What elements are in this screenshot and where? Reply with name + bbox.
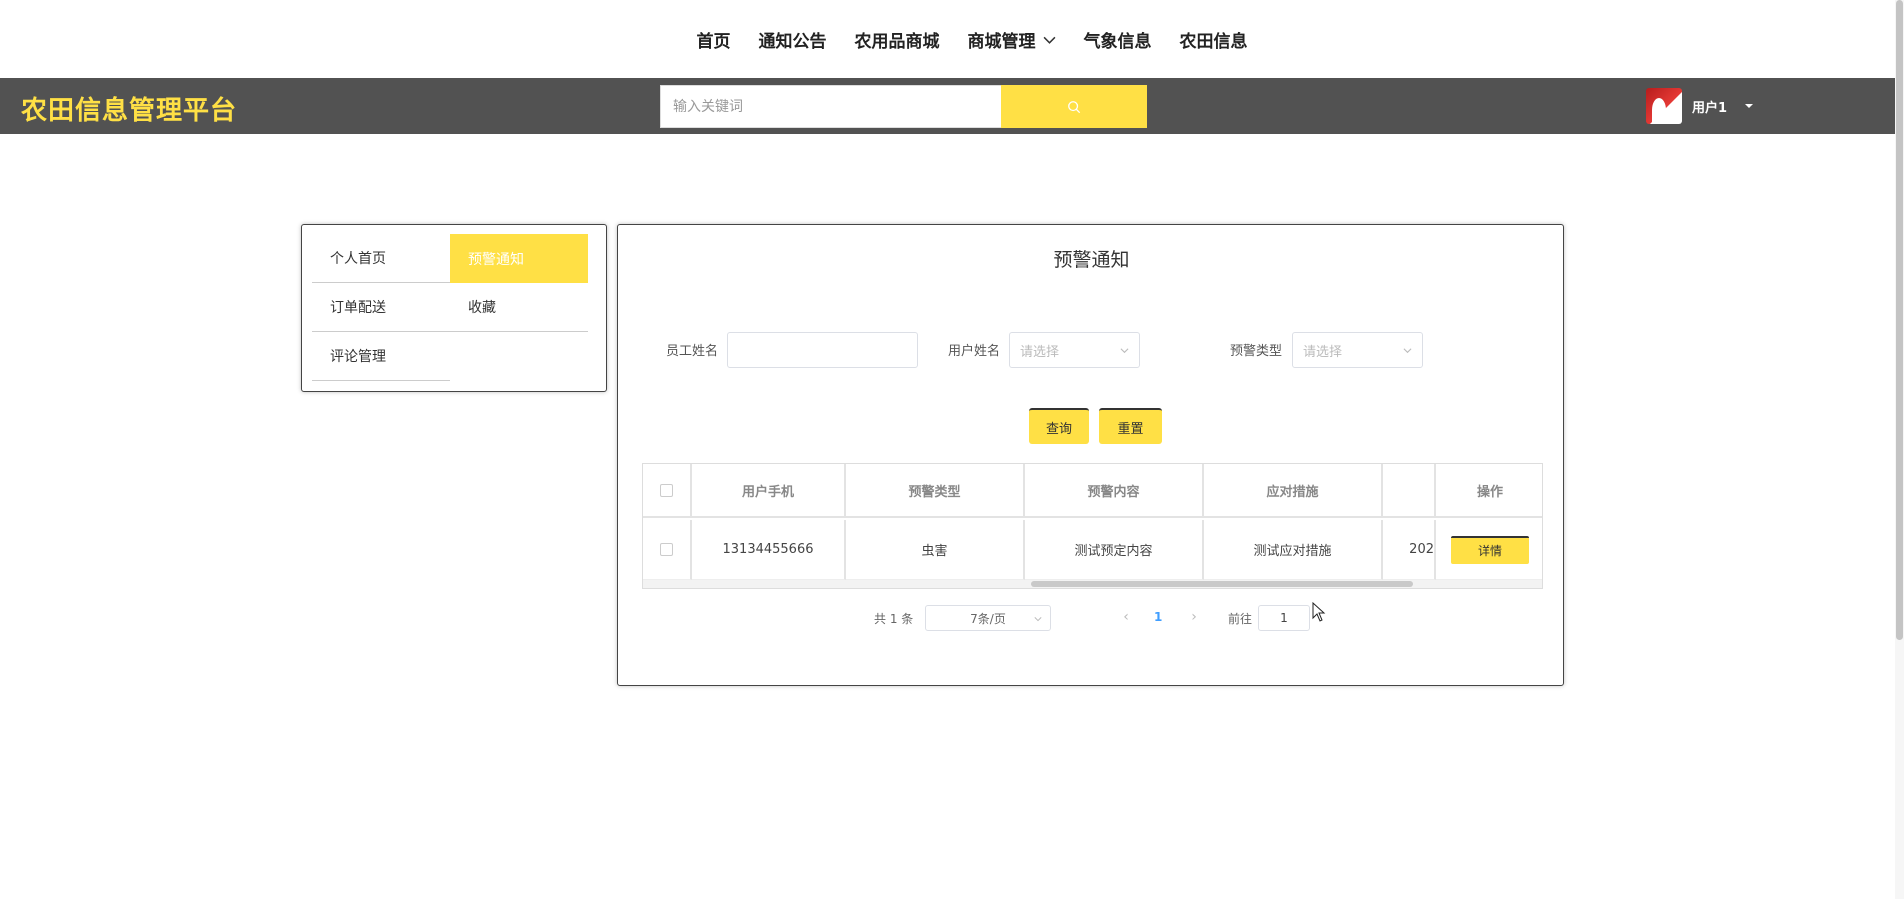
- query-button[interactable]: 查询: [1029, 408, 1089, 444]
- page-scroll-thumb[interactable]: [1896, 0, 1903, 640]
- row-checkbox[interactable]: [660, 543, 673, 556]
- employee-name-input[interactable]: [727, 332, 918, 368]
- main-panel: 预警通知 员工姓名 用户姓名 请选择 预警类型 请选择 查询 重置 用户手机 预…: [617, 224, 1564, 686]
- top-nav: 首页 通知公告 农用品商城 商城管理 气象信息 农田信息: [0, 0, 1904, 78]
- nav-item-mall[interactable]: 农用品商城: [841, 27, 954, 52]
- detail-button[interactable]: 详情: [1451, 535, 1529, 564]
- next-page-icon[interactable]: ›: [1186, 607, 1202, 627]
- cell-type: 虫害: [846, 520, 1025, 580]
- side-item-personal-home[interactable]: 个人首页: [312, 234, 450, 283]
- side-menu: 个人首页 预警通知 订单配送 收藏 评论管理: [301, 224, 607, 392]
- col-header-type[interactable]: 预警类型: [846, 464, 1025, 518]
- col-header-action: 操作: [1436, 464, 1542, 518]
- warning-table: 用户手机 预警类型 预警内容 应对措施 操作 13134455666 虫害 测试…: [642, 463, 1543, 589]
- side-item-order-delivery[interactable]: 订单配送: [312, 283, 450, 332]
- chevron-down-icon: [1403, 348, 1412, 354]
- page-size-value: 7条/页: [970, 611, 1006, 626]
- pagination-total: 共 1 条: [874, 612, 914, 626]
- brand-title: 农田信息管理平台: [21, 96, 238, 126]
- warning-type-label: 预警类型: [1230, 344, 1283, 359]
- prev-page-icon[interactable]: ‹: [1118, 607, 1134, 627]
- table-scroll-thumb[interactable]: [1031, 581, 1413, 587]
- header-bar: 农田信息管理平台 用户1: [0, 78, 1904, 134]
- col-header-date[interactable]: [1383, 464, 1436, 518]
- chevron-down-icon: [1043, 36, 1055, 44]
- mouse-cursor-icon: [1312, 602, 1326, 622]
- user-name[interactable]: 用户1: [1692, 97, 1727, 116]
- user-name-label: 用户姓名: [948, 344, 1001, 359]
- search-box: [660, 85, 1147, 128]
- cell-action: 详情: [1436, 520, 1542, 580]
- cell-content: 测试预定内容: [1025, 520, 1204, 580]
- caret-down-icon[interactable]: [1745, 104, 1754, 108]
- nav-item-weather[interactable]: 气象信息: [1070, 27, 1166, 52]
- user-name-select-placeholder: 请选择: [1020, 344, 1060, 360]
- col-header-measure[interactable]: 应对措施: [1204, 464, 1383, 518]
- avatar[interactable]: [1646, 88, 1682, 124]
- cell-phone: 13134455666: [692, 520, 846, 580]
- nav-item-notices[interactable]: 通知公告: [745, 27, 841, 52]
- row-select-cell: [643, 520, 692, 580]
- page-size-select[interactable]: 7条/页: [925, 605, 1051, 631]
- warning-type-select-placeholder: 请选择: [1303, 344, 1343, 360]
- nav-item-home[interactable]: 首页: [683, 27, 745, 52]
- user-name-select[interactable]: 请选择: [1009, 332, 1140, 368]
- nav-item-farmland[interactable]: 农田信息: [1166, 27, 1262, 52]
- page-vertical-scrollbar[interactable]: [1895, 0, 1904, 899]
- nav-item-mall-management[interactable]: 商城管理: [954, 27, 1070, 52]
- page-title: 预警通知: [1053, 249, 1130, 271]
- search-icon: [1068, 100, 1081, 113]
- col-header-content[interactable]: 预警内容: [1025, 464, 1204, 518]
- table-horizontal-scrollbar[interactable]: [643, 580, 1542, 588]
- goto-label: 前往: [1228, 612, 1253, 626]
- user-menu[interactable]: 用户1: [1646, 84, 1754, 128]
- goto-page-input[interactable]: 1: [1258, 605, 1310, 631]
- side-item-favorites[interactable]: 收藏: [450, 283, 588, 332]
- col-header-phone[interactable]: 用户手机: [692, 464, 846, 518]
- search-input[interactable]: [660, 85, 1001, 128]
- chevron-down-icon: [1120, 348, 1129, 354]
- cell-date: 202: [1383, 520, 1436, 580]
- page-number-current[interactable]: 1: [1154, 610, 1162, 624]
- side-item-comments[interactable]: 评论管理: [312, 332, 450, 381]
- cell-measure: 测试应对措施: [1204, 520, 1383, 580]
- employee-name-label: 员工姓名: [666, 344, 719, 359]
- select-all-checkbox[interactable]: [660, 483, 673, 497]
- side-item-warning-notice[interactable]: 预警通知: [450, 234, 588, 283]
- search-button[interactable]: [1001, 85, 1147, 128]
- reset-button[interactable]: 重置: [1099, 408, 1162, 444]
- nav-item-mall-management-label: 商城管理: [967, 31, 1036, 52]
- warning-type-select[interactable]: 请选择: [1292, 332, 1423, 368]
- select-all-cell: [643, 464, 692, 518]
- chevron-down-icon: [1034, 617, 1042, 622]
